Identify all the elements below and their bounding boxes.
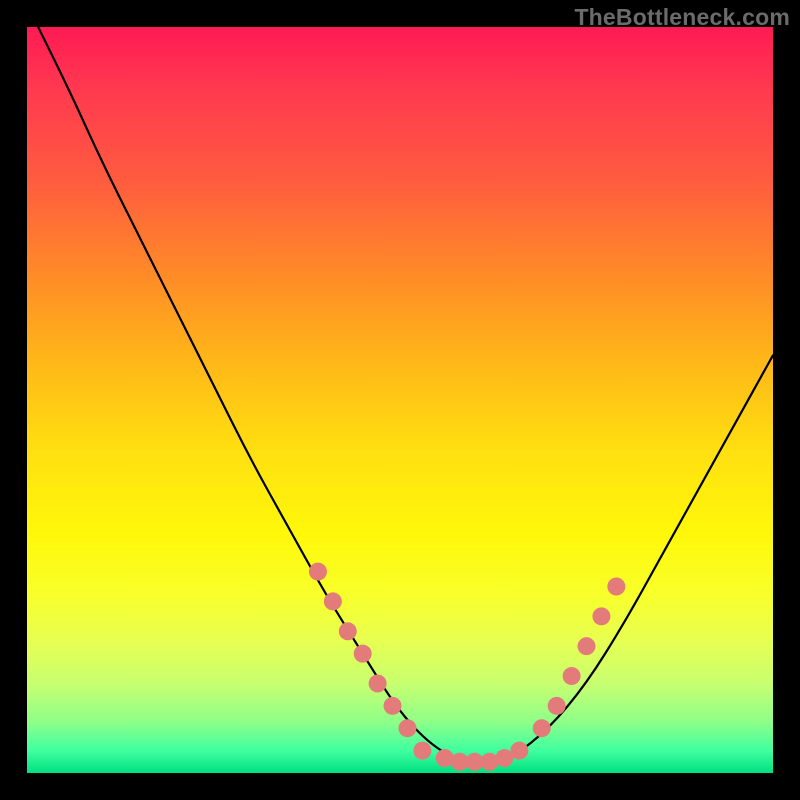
watermark-text: TheBottleneck.com bbox=[574, 4, 790, 31]
bottleneck-curve bbox=[27, 27, 773, 763]
marker-dot bbox=[398, 719, 416, 737]
outer-frame: TheBottleneck.com bbox=[0, 0, 800, 800]
marker-dot bbox=[510, 742, 528, 760]
curve-svg bbox=[27, 27, 773, 773]
marker-dot bbox=[607, 578, 625, 596]
plot-gradient-area bbox=[27, 27, 773, 773]
marker-dots-group bbox=[309, 563, 625, 771]
marker-dot bbox=[309, 563, 327, 581]
marker-dot bbox=[384, 697, 402, 715]
marker-dot bbox=[533, 719, 551, 737]
marker-dot bbox=[339, 622, 357, 640]
marker-dot bbox=[413, 742, 431, 760]
marker-dot bbox=[354, 645, 372, 663]
marker-dot bbox=[563, 667, 581, 685]
marker-dot bbox=[324, 592, 342, 610]
marker-dot bbox=[548, 697, 566, 715]
marker-dot bbox=[369, 674, 387, 692]
marker-dot bbox=[592, 607, 610, 625]
curve-layer bbox=[27, 27, 773, 763]
marker-dot bbox=[578, 637, 596, 655]
